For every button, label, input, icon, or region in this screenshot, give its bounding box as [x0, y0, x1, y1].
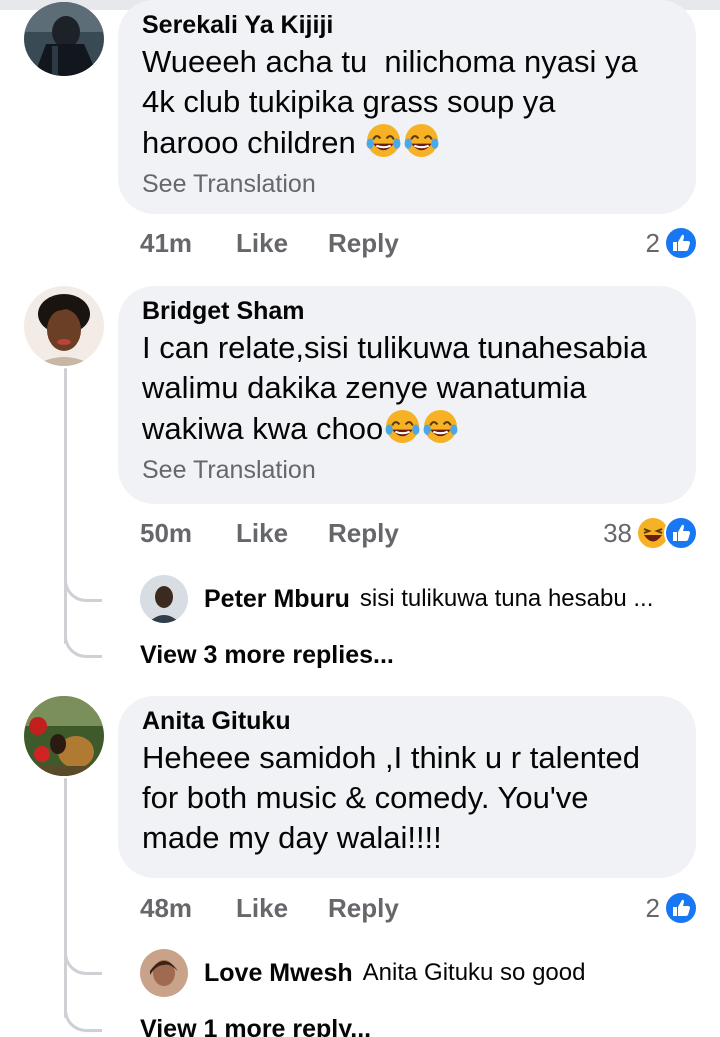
comment-actions: 50m Like Reply: [140, 513, 399, 553]
like-icon: [664, 516, 698, 550]
reply-preview[interactable]: Peter Mburu sisi tulikuwa tuna hesabu ..…: [140, 574, 653, 624]
reply-connector: [64, 951, 102, 975]
comment-text: Heheee samidoh ,I think u r talented for…: [142, 740, 641, 855]
like-button[interactable]: Like: [236, 893, 328, 924]
reply-author[interactable]: Love Mwesh: [204, 959, 353, 988]
reply-text: sisi tulikuwa tuna hesabu ...: [359, 585, 654, 612]
avatar[interactable]: [24, 286, 104, 366]
like-button[interactable]: Like: [236, 518, 328, 549]
comment-bubble: Bridget Sham I can relate,sisi tulikuwa …: [118, 286, 696, 504]
view-more-replies-link[interactable]: View 1 more reply...: [140, 1015, 371, 1037]
reaction-count: 2: [645, 892, 660, 923]
reply-text: Anita Gituku so good: [362, 959, 586, 986]
comment-author[interactable]: Bridget Sham: [142, 296, 672, 326]
view-more-replies-link[interactable]: View 3 more replies...: [140, 641, 394, 670]
avatar[interactable]: [24, 696, 104, 776]
like-icon: [664, 226, 698, 260]
tears-of-joy-emoji-icon: [384, 408, 421, 445]
comment-time: 50m: [140, 517, 193, 548]
comment-bubble: Anita Gituku Heheee samidoh ,I think u r…: [118, 696, 696, 878]
reply-connector: [64, 1008, 102, 1032]
reply-preview[interactable]: Love Mwesh Anita Gituku so good: [140, 948, 585, 998]
see-translation-link[interactable]: See Translation: [142, 455, 672, 485]
reaction-summary[interactable]: 2: [646, 888, 698, 928]
reaction-count: 38: [603, 517, 632, 548]
reaction-count: 2: [645, 227, 660, 258]
comments-page: Serekali Ya Kijiji Wueeeh acha tu nilich…: [0, 0, 720, 1037]
see-translation-link[interactable]: See Translation: [142, 169, 672, 199]
comment-time: 48m: [140, 892, 193, 923]
like-icon: [664, 891, 698, 925]
reply-button[interactable]: Reply: [328, 228, 399, 259]
reply-button[interactable]: Reply: [328, 518, 399, 549]
comment-text: I can relate,sisi tulikuwa tunahesabia w…: [142, 328, 672, 449]
reaction-summary[interactable]: 2: [646, 223, 698, 263]
comment-actions: 41m Like Reply: [140, 223, 399, 263]
avatar[interactable]: [24, 2, 104, 76]
comment-text: Wueeeh acha tu nilichoma nyasi ya 4k clu…: [142, 42, 672, 163]
comment-time: 41m: [140, 227, 193, 258]
tears-of-joy-emoji-icon: [403, 122, 440, 159]
tears-of-joy-emoji-icon: [422, 408, 459, 445]
avatar[interactable]: [140, 575, 188, 623]
thread-line: [64, 368, 67, 644]
avatar[interactable]: [140, 949, 188, 997]
reply-connector: [64, 578, 102, 602]
reply-connector: [64, 634, 102, 658]
reply-button[interactable]: Reply: [328, 893, 399, 924]
like-button[interactable]: Like: [236, 228, 328, 259]
reply-author[interactable]: Peter Mburu: [204, 585, 350, 614]
thread-line: [64, 778, 67, 1018]
comment-bubble: Serekali Ya Kijiji Wueeeh acha tu nilich…: [118, 0, 696, 214]
comment-author[interactable]: Anita Gituku: [142, 706, 672, 736]
reaction-summary[interactable]: 38: [603, 513, 698, 553]
comment-actions: 48m Like Reply: [140, 888, 399, 928]
comment-author[interactable]: Serekali Ya Kijiji: [142, 10, 672, 40]
tears-of-joy-emoji-icon: [365, 122, 402, 159]
